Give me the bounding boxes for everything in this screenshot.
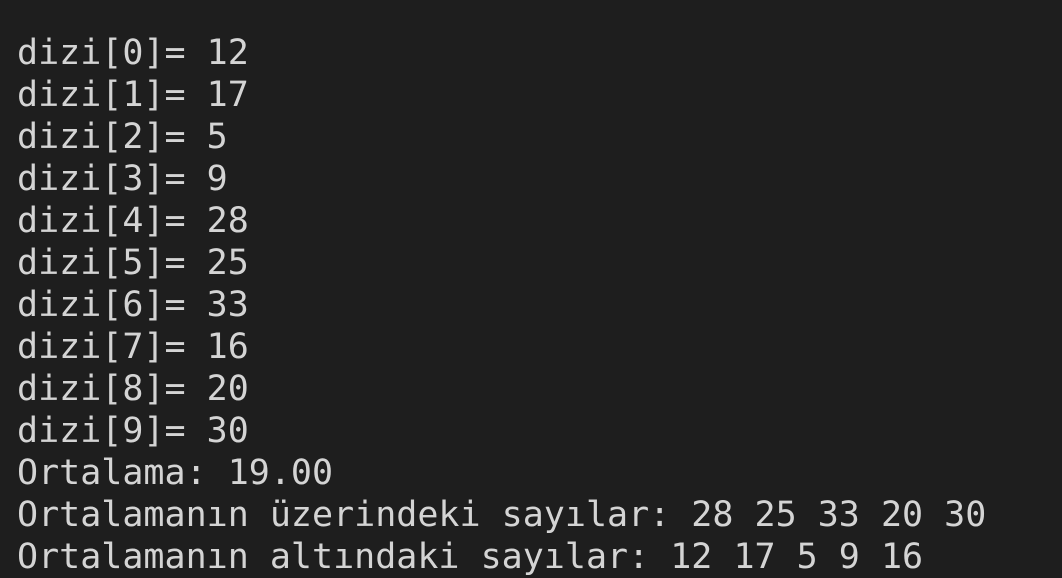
output-line-above-average: Ortalamanın üzerindeki sayılar: 28 25 33… — [17, 495, 987, 535]
output-line-array-element-2: dizi[2]= 5 — [17, 117, 228, 157]
output-line-array-element-1: dizi[1]= 17 — [17, 75, 249, 115]
output-line-array-element-8: dizi[8]= 20 — [17, 369, 249, 409]
output-line-array-element-3: dizi[3]= 9 — [17, 159, 228, 199]
output-line-average: Ortalama: 19.00 — [17, 453, 334, 493]
output-line-array-element-5: dizi[5]= 25 — [17, 243, 249, 283]
output-line-array-element-6: dizi[6]= 33 — [17, 285, 249, 325]
output-line-below-average: Ortalamanın altındaki sayılar: 12 17 5 9… — [17, 537, 924, 577]
output-line-array-element-0: dizi[0]= 12 — [17, 33, 249, 73]
output-line-array-element-7: dizi[7]= 16 — [17, 327, 249, 367]
output-line-array-element-4: dizi[4]= 28 — [17, 201, 249, 241]
output-line-array-element-9: dizi[9]= 30 — [17, 411, 249, 451]
terminal-output[interactable]: dizi[0]= 12 dizi[1]= 17 dizi[2]= 5 dizi[… — [0, 0, 1062, 578]
